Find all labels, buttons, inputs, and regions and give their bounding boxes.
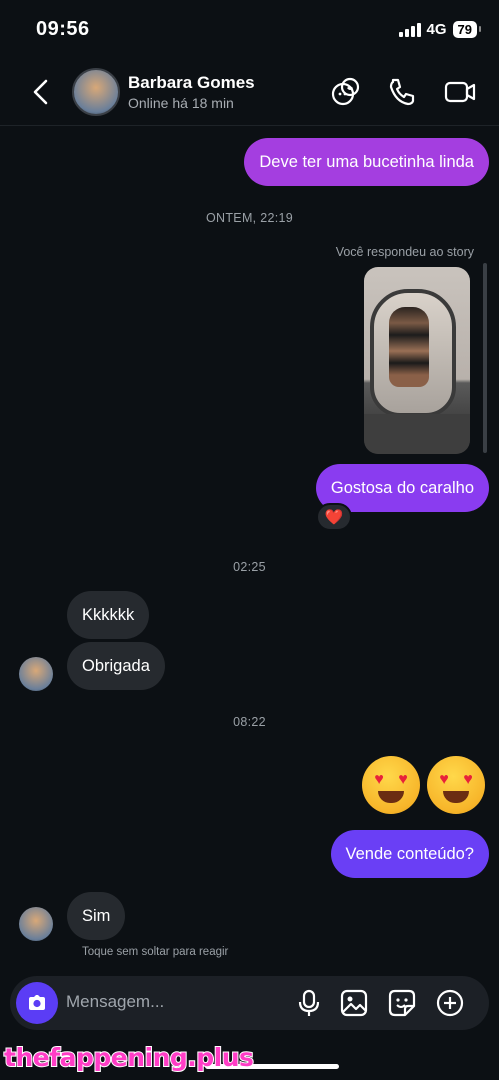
scrollbar[interactable] [483, 263, 487, 453]
story-reply-note: Você respondeu ao story [335, 245, 474, 259]
video-camera-icon[interactable] [444, 76, 476, 108]
story-figure [389, 307, 429, 387]
message-composer [10, 976, 489, 1030]
heart-reaction-icon[interactable]: ❤️ [316, 503, 352, 531]
contact-status: Online há 18 min [128, 95, 234, 111]
story-countertop [364, 414, 470, 454]
camera-button[interactable] [16, 982, 58, 1024]
sticker-icon[interactable] [387, 988, 417, 1018]
heart-eyes-emoji-icon: ♥ ♥ [427, 756, 485, 814]
chat-header: Barbara Gomes Online há 18 min [0, 56, 499, 126]
watermark-text: thefappening.plus [3, 1042, 255, 1073]
timestamp: 02:25 [233, 560, 266, 574]
message-bubble-outgoing[interactable]: Vende conteúdo? [330, 830, 489, 878]
sender-avatar[interactable] [19, 657, 53, 691]
effects-icon[interactable] [330, 76, 362, 108]
status-bar: 09:56 4G 79 [0, 0, 499, 56]
status-time: 09:56 [36, 18, 90, 40]
battery-icon: 79 [452, 21, 482, 38]
gallery-icon[interactable] [339, 988, 369, 1018]
phone-icon[interactable] [386, 76, 418, 108]
contact-avatar[interactable] [72, 68, 120, 116]
add-icon[interactable] [435, 988, 465, 1018]
camera-icon [29, 995, 45, 1010]
signal-icon [398, 22, 421, 37]
contact-name[interactable]: Barbara Gomes [128, 73, 255, 93]
status-indicators: 4G 79 [398, 21, 482, 38]
react-hint: Toque sem soltar para reagir [82, 946, 229, 958]
message-bubble-incoming[interactable]: Obrigada [67, 642, 165, 690]
sender-avatar[interactable] [19, 907, 53, 941]
message-bubble-incoming[interactable]: Sim [67, 892, 126, 940]
back-chevron-icon[interactable] [30, 78, 54, 106]
message-input[interactable] [66, 992, 276, 1012]
timestamp: ONTEM, 22:19 [206, 211, 293, 225]
message-list[interactable]: Deve ter uma bucetinha linda ONTEM, 22:1… [0, 127, 499, 973]
microphone-icon[interactable] [294, 988, 324, 1018]
heart-eyes-emoji-icon: ♥ ♥ [362, 756, 420, 814]
network-type: 4G [426, 21, 447, 38]
message-bubble-outgoing[interactable]: Deve ter uma bucetinha linda [244, 138, 489, 186]
message-bubble-incoming[interactable]: Kkkkkk [67, 591, 150, 639]
story-thumbnail[interactable] [364, 267, 470, 454]
timestamp: 08:22 [233, 715, 266, 729]
